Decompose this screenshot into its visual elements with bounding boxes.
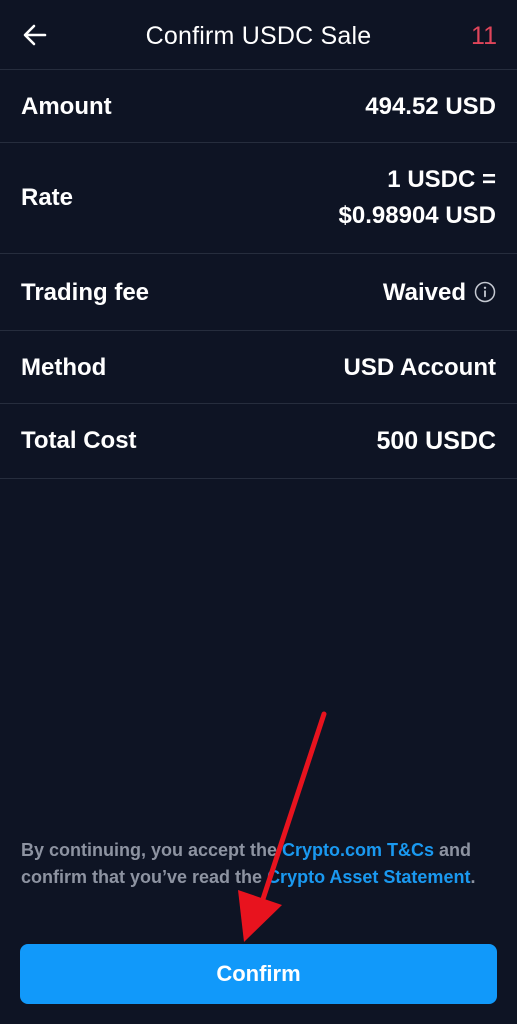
rate-value-line-1: 1 USDC =	[387, 166, 496, 193]
header-bar: Confirm USDC Sale 11	[0, 0, 517, 70]
terms-link[interactable]: Crypto.com T&Cs	[282, 840, 434, 860]
disclaimer-text-3: .	[470, 867, 476, 887]
total-cost-label: Total Cost	[21, 427, 137, 454]
amount-row: Amount 494.52 USD	[0, 70, 517, 143]
total-cost-value: 500 USDC	[376, 427, 497, 455]
method-row: Method USD Account	[0, 331, 517, 404]
rate-value: 1 USDC = $0.98904 USD	[339, 162, 496, 234]
trading-fee-row: Trading fee Waived	[0, 254, 517, 331]
confirm-sale-screen: Confirm USDC Sale 11 Amount 494.52 USD R…	[0, 0, 517, 1024]
disclaimer-text-1: By continuing, you accept the	[21, 840, 283, 860]
trading-fee-value: Waived	[382, 279, 466, 306]
asset-statement-link[interactable]: Crypto Asset Statement	[267, 867, 470, 887]
rate-label: Rate	[21, 184, 74, 211]
rate-value-line-2: $0.98904 USD	[338, 202, 496, 229]
quote-countdown: 11	[471, 22, 497, 50]
info-icon[interactable]	[474, 278, 496, 303]
amount-label: Amount	[21, 93, 112, 120]
method-value: USD Account	[343, 354, 496, 381]
amount-value: 494.52 USD	[365, 93, 496, 120]
confirm-button[interactable]: Confirm	[20, 944, 497, 1004]
trading-fee-label: Trading fee	[21, 279, 150, 306]
method-label: Method	[21, 354, 107, 381]
rate-row: Rate 1 USDC = $0.98904 USD	[0, 143, 517, 254]
page-title: Confirm USDC Sale	[145, 22, 372, 50]
terms-disclaimer: By continuing, you accept the Crypto.com…	[21, 837, 491, 891]
total-cost-row: Total Cost 500 USDC	[0, 404, 517, 479]
trading-fee-value-group: Waived	[383, 275, 496, 311]
